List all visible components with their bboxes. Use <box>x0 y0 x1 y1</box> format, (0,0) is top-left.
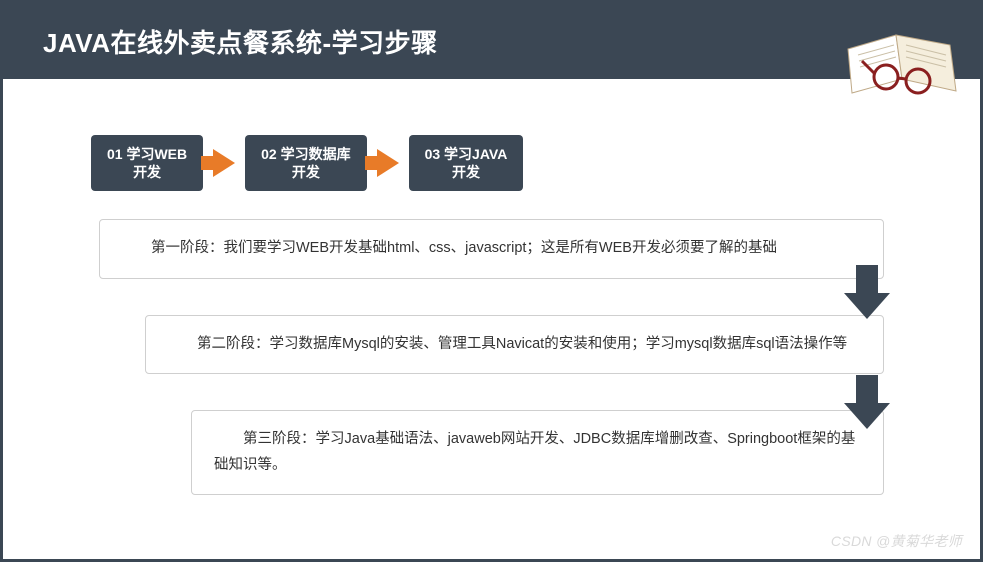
step-label: 01 学习WEB开发 <box>107 146 187 180</box>
arrow-down-icon <box>844 375 890 429</box>
arrow-right-icon <box>377 149 399 177</box>
phase-stack: 第一阶段：我们要学习WEB开发基础html、css、javascript；这是所… <box>99 219 884 495</box>
arrow-right-icon <box>213 149 235 177</box>
arrow-down-icon <box>844 265 890 319</box>
phase-box-2: 第二阶段：学习数据库Mysql的安装、管理工具Navicat的安装和使用；学习m… <box>145 315 884 374</box>
step-box-3: 03 学习JAVA开发 <box>409 135 524 191</box>
step-label: 02 学习数据库开发 <box>261 146 350 180</box>
step-box-1: 01 学习WEB开发 <box>91 135 203 191</box>
step-row: 01 学习WEB开发 02 学习数据库开发 03 学习JAVA开发 <box>91 135 924 191</box>
phase-box-1: 第一阶段：我们要学习WEB开发基础html、css、javascript；这是所… <box>99 219 884 278</box>
step-label: 03 学习JAVA开发 <box>425 146 508 180</box>
phase-text: 第一阶段：我们要学习WEB开发基础html、css、javascript；这是所… <box>122 236 861 261</box>
page-title: JAVA在线外卖点餐系统-学习步骤 <box>43 23 438 60</box>
phase-box-3: 第三阶段：学习Java基础语法、javaweb网站开发、JDBC数据库增删改查、… <box>191 410 884 495</box>
content-area: 01 学习WEB开发 02 学习数据库开发 03 学习JAVA开发 第一阶段：我… <box>3 79 980 515</box>
step-box-2: 02 学习数据库开发 <box>245 135 366 191</box>
phase-text: 第二阶段：学习数据库Mysql的安装、管理工具Navicat的安装和使用；学习m… <box>168 332 861 357</box>
slide-frame: JAVA在线外卖点餐系统-学习步骤 01 学习WEB开发 02 学习数据库开发 … <box>0 0 983 562</box>
book-icon <box>844 21 964 111</box>
header-bar: JAVA在线外卖点餐系统-学习步骤 <box>3 3 980 79</box>
phase-text: 第三阶段：学习Java基础语法、javaweb网站开发、JDBC数据库增删改查、… <box>214 427 861 478</box>
watermark: CSDN @黄菊华老师 <box>831 531 962 551</box>
